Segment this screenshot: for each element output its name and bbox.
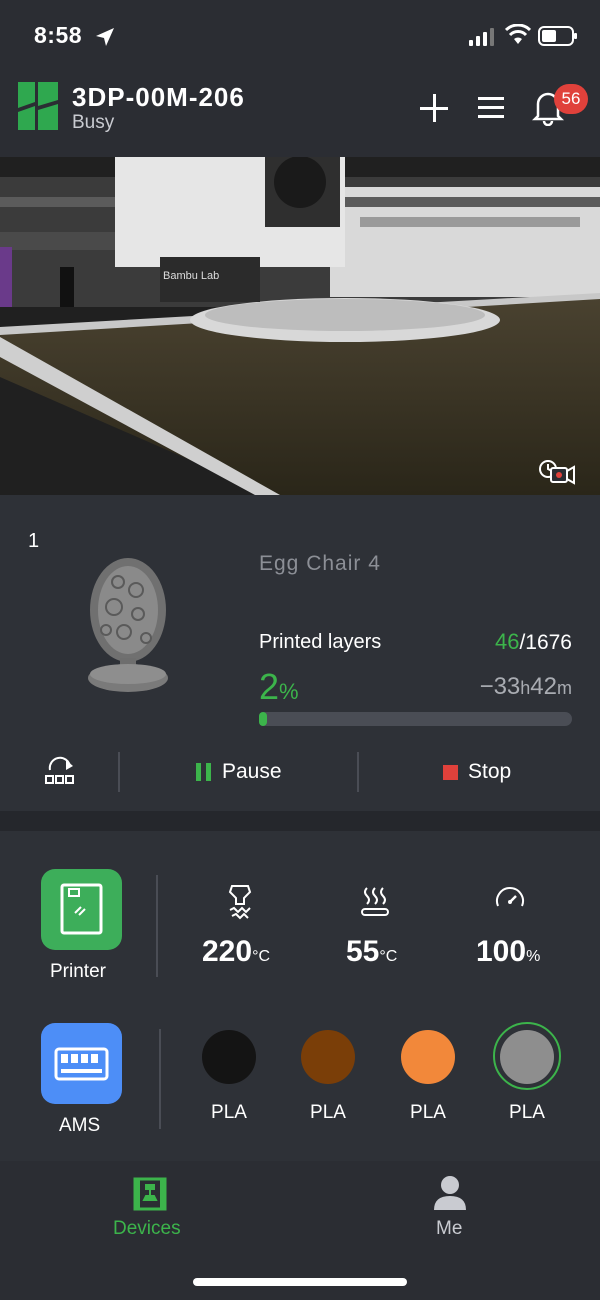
bed-temperature: 55°C bbox=[346, 935, 397, 969]
bed-temperature-value: 55 bbox=[346, 935, 380, 968]
nozzle-temperature-value: 220 bbox=[202, 935, 253, 968]
stop-label: Stop bbox=[468, 760, 512, 783]
record-video-icon[interactable] bbox=[537, 458, 577, 488]
filament-spool-2[interactable] bbox=[301, 1030, 355, 1084]
signal-icon bbox=[469, 28, 494, 46]
camera-image: Bambu Lab bbox=[0, 157, 600, 495]
filament-spool-3-material: PLA bbox=[410, 1102, 446, 1123]
pause-button[interactable]: Pause bbox=[196, 758, 282, 786]
printer-button[interactable] bbox=[41, 869, 122, 950]
pause-label: Pause bbox=[222, 760, 282, 783]
logo-icon bbox=[18, 82, 58, 130]
stop-icon bbox=[443, 764, 458, 780]
notification-badge: 56 bbox=[554, 84, 588, 114]
plus-icon[interactable] bbox=[418, 92, 450, 124]
ams-icon bbox=[54, 1047, 109, 1081]
stop-button[interactable]: Stop bbox=[443, 758, 511, 786]
menu-icon[interactable] bbox=[478, 94, 504, 122]
remaining-hours-unit: h bbox=[520, 678, 531, 698]
tab-me[interactable]: Me bbox=[436, 1218, 462, 1240]
filament-spool-4-material: PLA bbox=[509, 1102, 545, 1123]
progress-percent-value: 2 bbox=[259, 666, 280, 707]
status-divider bbox=[156, 875, 158, 977]
printer-label: Printer bbox=[50, 961, 106, 982]
me-tab-icon[interactable] bbox=[432, 1174, 468, 1212]
remaining-minutes-unit: m bbox=[557, 678, 572, 698]
printer-icon bbox=[60, 883, 103, 935]
remaining-hours: −33 bbox=[479, 673, 521, 700]
print-speed-value: 100 bbox=[476, 935, 527, 968]
location-arrow-icon bbox=[96, 28, 114, 46]
heatbed-icon bbox=[361, 887, 389, 916]
devices-tab-icon[interactable] bbox=[132, 1176, 168, 1212]
tab-devices[interactable]: Devices bbox=[113, 1218, 181, 1240]
filament-spool-1-material: PLA bbox=[211, 1102, 247, 1123]
battery-icon bbox=[538, 26, 577, 46]
progress-percent-unit: % bbox=[279, 679, 299, 704]
filament-spool-1[interactable] bbox=[202, 1030, 256, 1084]
filament-spool-3[interactable] bbox=[401, 1030, 455, 1084]
control-divider bbox=[118, 752, 120, 792]
ams-label: AMS bbox=[59, 1115, 101, 1136]
section-separator bbox=[0, 811, 600, 831]
ams-button[interactable] bbox=[41, 1023, 122, 1104]
wifi-icon bbox=[505, 24, 531, 44]
printed-layers-label: Printed layers bbox=[259, 631, 382, 653]
printed-layers-value: 46/1676 bbox=[495, 629, 572, 655]
pause-icon bbox=[196, 763, 214, 781]
job-name: Egg Chair 4 bbox=[259, 552, 381, 575]
bed-temperature-unit: °C bbox=[379, 948, 398, 965]
model-thumbnail[interactable] bbox=[76, 552, 182, 698]
remaining-time: −33h42m bbox=[480, 673, 572, 701]
progress-bar-track bbox=[259, 712, 572, 726]
layers-current: 46 bbox=[494, 629, 520, 654]
device-name[interactable]: 3DP-00M-206 bbox=[72, 82, 245, 113]
ams-divider bbox=[159, 1029, 161, 1129]
speed-gauge-icon[interactable] bbox=[494, 884, 526, 920]
print-speed-unit: % bbox=[526, 948, 541, 965]
filament-spool-2-material: PLA bbox=[310, 1102, 346, 1123]
printer-brand-text: Bambu Lab bbox=[163, 270, 219, 282]
status-time: 8:58 bbox=[34, 22, 83, 48]
remaining-minutes: 42 bbox=[530, 673, 557, 700]
device-status: Busy bbox=[72, 112, 115, 133]
progress-bar-fill bbox=[259, 712, 267, 726]
nozzle-temperature-unit: °C bbox=[252, 948, 271, 965]
nozzle-temperature: 220°C bbox=[202, 935, 270, 969]
camera-feed[interactable]: Bambu Lab bbox=[0, 157, 600, 495]
filament-spool-4[interactable] bbox=[500, 1030, 554, 1084]
plate-number: 1 bbox=[28, 530, 40, 552]
skip-objects-icon[interactable] bbox=[44, 756, 76, 786]
print-speed[interactable]: 100% bbox=[476, 935, 540, 969]
progress-percent: 2% bbox=[259, 666, 299, 708]
layers-total: /1676 bbox=[519, 631, 572, 654]
control-divider bbox=[357, 752, 359, 792]
nozzle-icon bbox=[228, 885, 252, 920]
home-indicator bbox=[193, 1278, 407, 1286]
